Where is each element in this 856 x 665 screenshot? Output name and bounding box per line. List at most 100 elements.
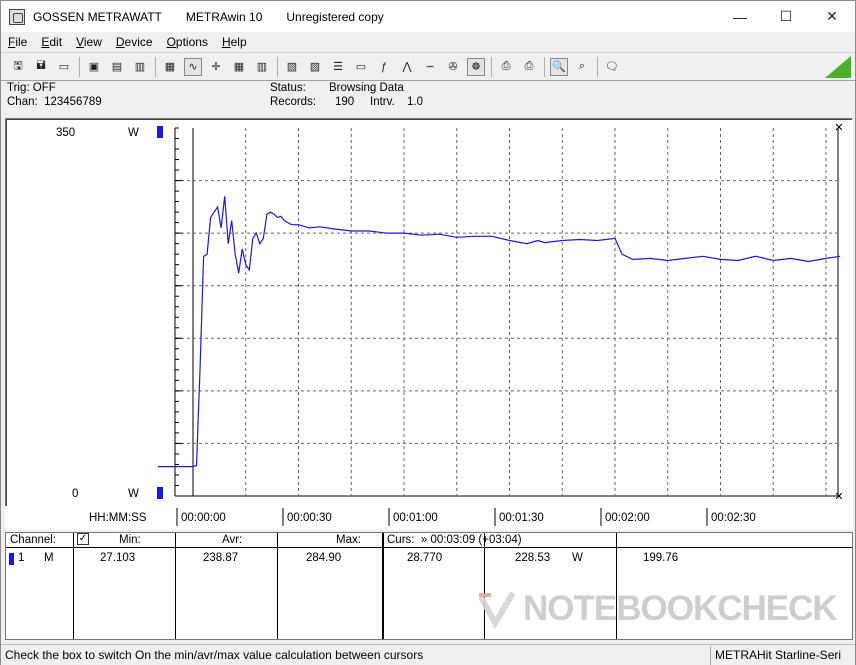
open-icon[interactable]: 🖫 [9,58,27,76]
folder-icon[interactable]: ▭ [55,58,73,76]
power-series-line [157,196,841,468]
pulse-icon[interactable]: ⋀ [398,58,416,76]
close-icon: ✕ [826,8,838,24]
printer-icon[interactable]: ⎙ [497,58,515,76]
y-max-marker[interactable] [157,126,163,138]
min-value: 27.103 [100,552,136,564]
time-axis-label: HH:MM:SS [89,512,147,524]
toolbar-separator [597,56,598,77]
device-read-icon[interactable]: ▥ [131,58,149,76]
time-axis-svg: HH:MM:SS 00:00:00 00:00:30 00:01:00 00:01:3… [89,508,756,526]
trigger-status: Trig: OFF [7,82,56,94]
info-bar: Trig: OFF Chan: 123456789 Status: Browsi… [1,81,855,113]
grid-toggle-icon[interactable]: ▦ [161,58,179,76]
cursor2-unit: W [572,552,583,564]
close-button[interactable]: ✕ [809,1,855,32]
maximize-button[interactable]: ☐ [763,1,809,32]
maximize-icon: ☐ [779,8,793,24]
zoom-icon[interactable]: ▧ [283,58,301,76]
y-min-marker[interactable] [157,487,163,499]
max-header: Max: [336,534,361,546]
min-header: Min: [119,534,141,546]
watermark-text: NOTEBOOKCHECK [523,589,838,628]
device-config-icon[interactable]: ▤ [108,58,126,76]
sine-icon[interactable]: ∽ [421,58,439,76]
channel-color-swatch [9,553,14,565]
max-value: 284.90 [306,552,342,564]
status-indicator-icon [825,56,851,78]
time-tick-label: 00:02:00 [605,512,650,524]
screen-icon[interactable]: ▭ [352,58,370,76]
right-cursor-bottom-marker[interactable]: ✕ [834,491,843,503]
menu-device[interactable]: Device [109,35,160,49]
cursor-diff-value: 199.76 [643,552,679,564]
status-bar: Check the box to switch On the min/avr/m… [1,644,855,665]
crosshair-icon[interactable]: ✛ [207,58,225,76]
time-tick-label: 00:00:30 [287,512,332,524]
cursor2-value: 228.53 [515,552,551,564]
channel-number: 1 [18,552,25,564]
channel-list: Chan: 123456789 [7,96,102,108]
app-window: GOSSEN METRAWATT METRAwin 10 Unregistere… [0,0,856,665]
minimize-icon: — [733,8,747,25]
status-hint: Check the box to switch On the min/avr/m… [5,648,424,662]
zoom-wave-out-icon[interactable]: ⌕ [573,58,591,76]
time-tick-label: 00:02:30 [711,512,756,524]
bar-view-icon[interactable]: ▥ [253,58,271,76]
col-divider [175,533,176,639]
license-title: Unregistered copy [286,9,384,24]
cursor-header: Curs: » 00:03:09 (+03:04) [387,534,522,546]
toolbar: 🖫 🖬 ▭ ▣ ▤ ▥ ▦ ∿ ✛ ▦ ▥ ▧ ▨ ☰ ▭ ƒ ⋀ ∽ ✇ ☸ … [1,52,855,81]
function-icon[interactable]: ƒ [375,58,393,76]
compass-icon[interactable]: ✇ [444,58,462,76]
grid: ✕✕ [174,122,844,503]
channel-header: Channel: [10,534,57,546]
records-value: 190 [335,96,355,108]
printer-setup-icon[interactable]: ⎙ [520,58,538,76]
col-divider [382,533,384,639]
avr-value: 238.87 [203,552,239,564]
device-icon[interactable]: ▣ [85,58,103,76]
menu-help[interactable]: Help [215,35,254,49]
y-min-label: 0 [72,488,78,500]
col-divider [277,533,278,639]
waveform-icon[interactable]: ∿ [184,57,202,76]
time-tick-label: 00:01:00 [393,512,438,524]
watermark-logo: NOTEBOOKCHECK [477,581,847,637]
brand-title: GOSSEN METRAWATT [33,9,162,24]
right-cursor-top-marker[interactable]: ✕ [834,122,843,134]
y-max-label: 350 [56,127,75,139]
recorder-icon[interactable]: ☸ [467,57,485,76]
plot-area[interactable]: ✕ ✕ 350 W 0 W [5,118,853,530]
toolbar-separator [155,56,156,77]
interval-label: Intrv. [370,96,395,108]
toolbar-separator [277,56,278,77]
comment-icon[interactable]: 🗨 [603,58,621,76]
zoom-wave-icon[interactable]: 🔍 [550,57,568,76]
time-ticks: 00:00:00 00:00:30 00:01:00 00:01:30 00:02:00… [176,508,756,526]
records-label: Records: [270,96,317,108]
channel-mode: M [44,552,54,564]
y-min-unit: W [128,488,139,500]
minimize-button[interactable]: — [717,1,763,32]
menu-options[interactable]: Options [160,35,215,49]
status-device: METRAHit Starline-Seri [710,645,855,665]
status-label: Status: [270,82,306,94]
interval-value: 1.0 [407,96,423,108]
save-icon[interactable]: 🖬 [32,58,50,76]
toolbar-separator [79,56,80,77]
toolbar-separator [491,56,492,77]
menu-bar: File Edit View Device Options Help [1,32,855,52]
minmax-checkbox[interactable]: ✓ [77,533,89,545]
menu-edit[interactable]: Edit [34,35,69,49]
menu-file[interactable]: File [1,35,34,49]
menu-view[interactable]: View [69,35,109,49]
status-value: Browsing Data [329,82,404,94]
time-tick-label: 00:01:30 [499,512,544,524]
line-chart[interactable]: ✕✕ 350 W 0 W [6,119,852,504]
table-view-icon[interactable]: ▦ [230,58,248,76]
avr-header: Avr: [222,534,243,546]
cursor1-value: 28.770 [407,552,443,564]
print-list-icon[interactable]: ☰ [329,58,347,76]
print-preview-icon[interactable]: ▨ [306,58,324,76]
